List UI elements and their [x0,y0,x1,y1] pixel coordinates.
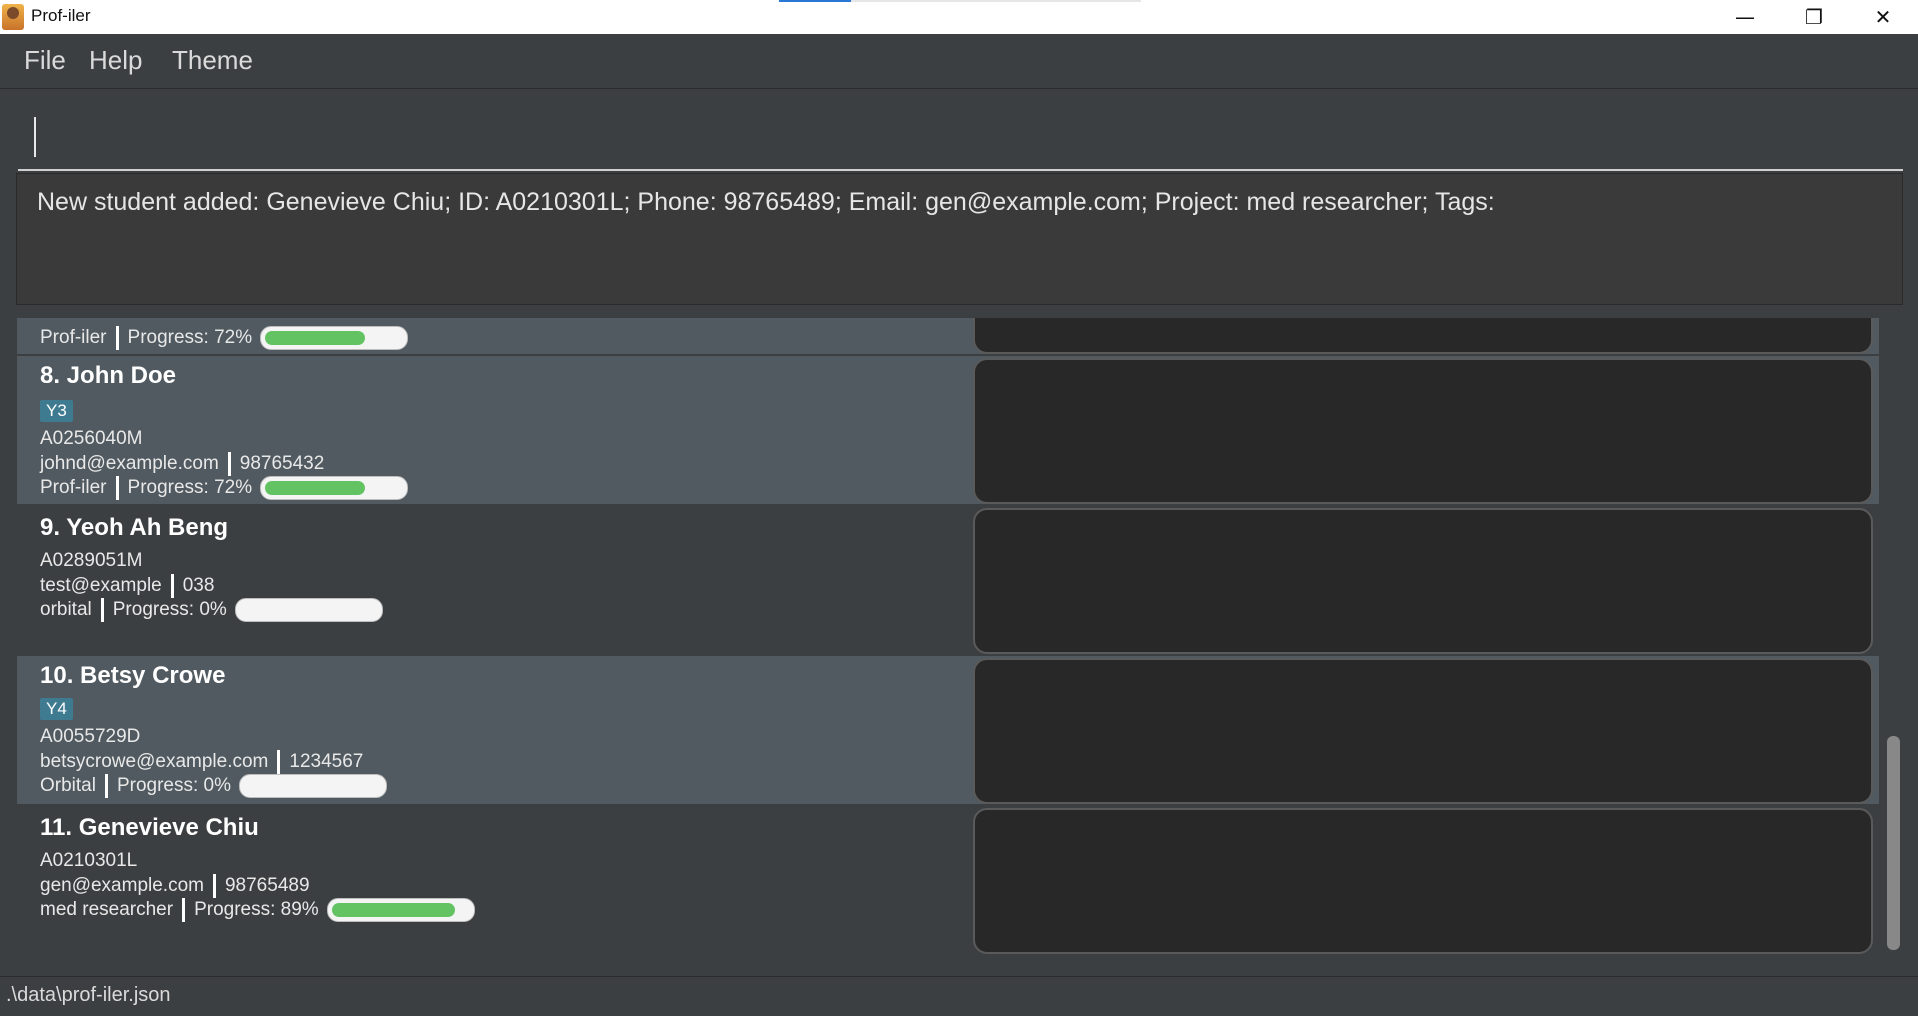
command-area [0,88,1918,171]
minimize-button[interactable]: — [1710,0,1780,34]
student-email: gen@example.com [40,875,204,896]
progress-bar [260,326,409,350]
student-card[interactable]: Prof-iler Progress: 72% [17,318,1879,354]
student-notes-panel[interactable] [973,808,1873,954]
student-list[interactable]: Prof-iler Progress: 72% 8. John Doe Y3 A… [0,318,1918,968]
contact-line: johnd@example.com 98765432 [40,452,324,476]
progress-bar-fill [331,903,455,917]
separator [115,326,119,350]
student-card[interactable]: 9. Yeoh Ah Beng A0289051M test@example 0… [17,506,1879,654]
project-progress-line: med researcher Progress: 89% [40,898,475,922]
menu-help[interactable]: Help [89,45,142,76]
title-accent [779,0,851,2]
student-progress-text: Progress: 89% [194,899,319,920]
student-email: test@example [40,575,162,596]
status-bar: .\data\prof-iler.json [0,976,1918,1016]
project-progress-line: Prof-iler Progress: 72% [40,476,409,500]
progress-bar-fill [265,481,365,495]
progress-bar [239,774,388,798]
contact-line: betsycrowe@example.com 1234567 [40,750,363,774]
menu-theme[interactable]: Theme [172,45,253,76]
progress-bar-fill [265,331,365,345]
separator [182,898,186,922]
student-name: 9. Yeoh Ah Beng [40,514,229,541]
student-tag: Y3 [40,400,73,422]
text-caret [34,117,36,157]
command-input[interactable] [18,103,1903,171]
student-id: A0256040M [40,428,143,449]
close-button[interactable]: ✕ [1848,0,1918,34]
student-progress-text: Progress: 72% [127,477,253,498]
result-message: New student added: Genevieve Chiu; ID: A… [37,188,1495,216]
title-bar: Prof-iler — ❐ ✕ [0,0,1918,34]
close-icon: ✕ [1874,5,1892,29]
separator [170,574,174,598]
student-notes-panel[interactable] [973,508,1873,654]
minimize-icon: — [1735,5,1755,29]
student-notes-panel[interactable] [973,658,1873,804]
student-name: 8. John Doe [40,362,177,389]
title-accent-track [851,0,1141,2]
progress-bar [234,598,383,622]
progress-bar [326,898,475,922]
separator [277,750,281,774]
contact-line: test@example 038 [40,574,214,598]
project-progress-line: orbital Progress: 0% [40,598,383,622]
student-phone: 038 [182,575,215,596]
window-title: Prof-iler [31,6,91,25]
student-progress-text: Progress: 0% [116,775,232,796]
separator [104,774,108,798]
separator [227,452,231,476]
student-tag: Y4 [40,698,73,720]
student-id: A0055729D [40,726,141,747]
student-card[interactable]: 10. Betsy Crowe Y4 A0055729D betsycrowe@… [17,656,1879,804]
student-name: 10. Betsy Crowe [40,662,226,689]
menu-file[interactable]: File [24,45,66,76]
student-phone: 98765489 [224,875,310,896]
student-project: orbital [40,599,92,620]
data-file-path: .\data\prof-iler.json [6,984,171,1006]
progress-bar [260,476,409,500]
student-phone: 1234567 [289,751,364,772]
menu-bar: File Help Theme [0,34,1918,88]
student-project: Prof-iler [40,327,107,348]
result-display: New student added: Genevieve Chiu; ID: A… [16,173,1903,305]
student-card[interactable]: 11. Genevieve Chiu A0210301L gen@example… [17,806,1879,954]
separator [100,598,104,622]
student-card[interactable]: 8. John Doe Y3 A0256040M johnd@example.c… [17,356,1879,504]
student-id: A0210301L [40,850,138,871]
separator [212,874,216,898]
student-notes-panel[interactable] [973,358,1873,504]
project-progress-line: Orbital Progress: 0% [40,774,388,798]
student-project: med researcher [40,899,174,920]
project-progress-line: Prof-iler Progress: 72% [40,326,409,350]
student-email: johnd@example.com [40,453,219,474]
restore-icon: ❐ [1805,5,1823,29]
student-project: Orbital [40,775,96,796]
list-scrollbar-thumb[interactable] [1887,736,1900,950]
student-id: A0289051M [40,550,143,571]
student-phone: 98765432 [239,453,325,474]
contact-line: gen@example.com 98765489 [40,874,310,898]
student-project: Prof-iler [40,477,107,498]
student-email: betsycrowe@example.com [40,751,269,772]
separator [115,476,119,500]
app-logo-icon [2,4,24,30]
restore-button[interactable]: ❐ [1779,0,1849,34]
student-name: 11. Genevieve Chiu [40,814,259,841]
student-progress-text: Progress: 0% [112,599,227,620]
student-notes-panel[interactable] [973,318,1873,354]
student-progress-text: Progress: 72% [127,327,253,348]
